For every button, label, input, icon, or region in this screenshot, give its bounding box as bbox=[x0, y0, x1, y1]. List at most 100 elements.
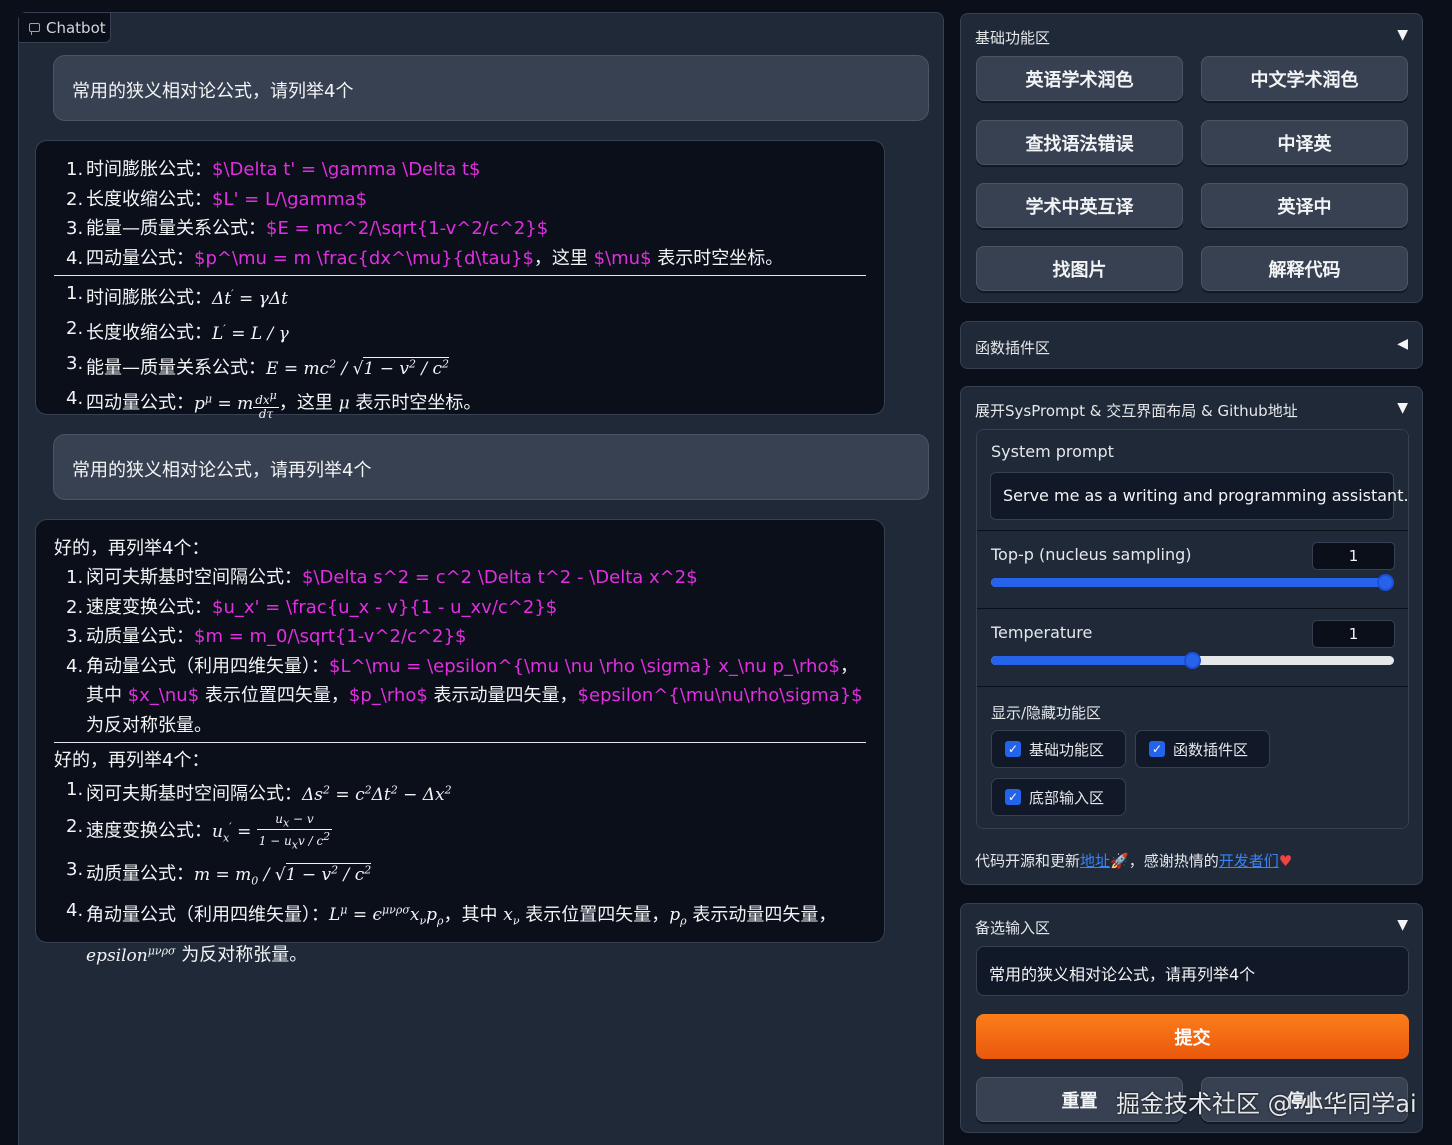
alt-text-input[interactable]: 常用的狭义相对论公式，请再列举4个 bbox=[976, 946, 1409, 996]
basic-function-area: 基础功能区 ▼ 英语学术润色 中文学术润色 查找语法错误 中译英 学术中英互译 … bbox=[960, 13, 1423, 303]
list-item: 1. 闵可夫斯基时空间隔公式：Δs2 = c2Δt2 − Δx2 bbox=[66, 779, 452, 805]
checkbox-checked-icon[interactable]: ✓ bbox=[1149, 741, 1165, 757]
checkbox-checked-icon[interactable]: ✓ bbox=[1005, 789, 1021, 805]
latex-source: $m = m_0/\sqrt{1-v^2/c^2}$ bbox=[194, 626, 467, 647]
list-item: 4. 四动量公式：pμ = m dxμ dτ ，这里 μ 表示时空坐标。 bbox=[66, 388, 482, 421]
toggle-basic-area[interactable]: ✓ 基础功能区 bbox=[991, 730, 1126, 768]
list-item: 4. 四动量公式：$p^\mu = m \frac{dx^\mu}{d\tau}$… bbox=[66, 247, 784, 269]
temperature-slider-thumb[interactable] bbox=[1184, 652, 1201, 669]
collapse-down-icon[interactable]: ▼ bbox=[1397, 917, 1408, 933]
checkbox-checked-icon[interactable]: ✓ bbox=[1005, 741, 1021, 757]
watermark-text: 掘金技术社区 @ 小华同学ai bbox=[1116, 1090, 1417, 1118]
system-prompt-input[interactable]: Serve me as a writing and programming as… bbox=[990, 472, 1408, 520]
top-p-slider-thumb[interactable] bbox=[1377, 574, 1394, 591]
math-formula: pμ = m dxμ dτ bbox=[194, 388, 279, 421]
explain-code-button[interactable]: 解释代码 bbox=[1201, 246, 1408, 291]
toggle-bottom-input-area[interactable]: ✓ 底部输入区 bbox=[991, 778, 1126, 816]
bot-intro: 好的，再列举4个： bbox=[54, 538, 210, 559]
latex-source: $L^\mu = \epsilon^{\mu \nu \rho \sigma} … bbox=[329, 655, 840, 677]
divider bbox=[54, 742, 866, 743]
math-formula: epsilonμνρσ bbox=[86, 944, 176, 966]
collapse-down-icon[interactable]: ▼ bbox=[1397, 27, 1408, 43]
visibility-toggle-label: 显示/隐藏功能区 bbox=[991, 704, 1102, 722]
bot-message: 1. 时间膨胀公式：$\Delta t' = \gamma \Delta t$ 2… bbox=[35, 140, 885, 420]
temperature-slider-fill bbox=[991, 656, 1193, 665]
list-item: 4. 角动量公式（利用四维矢量）：Lμ = ϵμνρσxνpρ，其中 xν 表示位… bbox=[66, 899, 837, 928]
visibility-toggle-section: 显示/隐藏功能区 ✓ 基础功能区 ✓ 函数插件区 ✓ 底部输入区 bbox=[977, 687, 1408, 828]
chinese-polish-button[interactable]: 中文学术润色 bbox=[1201, 56, 1408, 101]
list-item: 3. 动质量公式：$m = m_0/\sqrt{1-v^2/c^2}$ bbox=[66, 626, 467, 647]
math-formula: m = m0 / √1 − v2 / c2 bbox=[194, 862, 372, 888]
contributors-link[interactable]: 开发者们 bbox=[1219, 852, 1279, 870]
submit-button[interactable]: 提交 bbox=[976, 1014, 1409, 1059]
github-link[interactable]: 地址 bbox=[1080, 852, 1110, 870]
math-formula: Δs2 = c2Δt2 − Δx2 bbox=[302, 783, 452, 805]
top-p-label: Top-p (nucleus sampling) bbox=[991, 545, 1192, 564]
rendered-formula-list: 1. 闵可夫斯基时空间隔公式：Δs2 = c2Δt2 − Δx2 2. 速度变换公式… bbox=[54, 775, 866, 971]
settings-area: 展开SysPrompt & 交互界面布局 & Github地址 ▼ System… bbox=[960, 386, 1423, 885]
alt-input-title: 备选输入区 bbox=[975, 919, 1051, 937]
list-item: 1. 时间膨胀公式：$\Delta t' = \gamma \Delta t$ bbox=[66, 159, 481, 180]
list-item: 2. 速度变换公式：$u_x' = \frac{u_x - v}{1 - u_xv… bbox=[66, 596, 558, 618]
top-p-section: Top-p (nucleus sampling) 1 bbox=[977, 531, 1408, 608]
toggle-plugin-area[interactable]: ✓ 函数插件区 bbox=[1135, 730, 1270, 768]
temperature-section: Temperature 1 bbox=[977, 609, 1408, 686]
math-formula: Lμ = ϵμνρσxνpρ bbox=[329, 903, 444, 928]
en-to-zh-button[interactable]: 英译中 bbox=[1201, 183, 1408, 228]
latex-source: $L' = L/\gamma$ bbox=[212, 188, 368, 210]
rendered-formula-list: 1. 时间膨胀公式：Δt′ = γΔt 2. 长度收缩公式：L′ = L / γ 3… bbox=[54, 279, 866, 421]
plugin-area[interactable]: 函数插件区 ◀ bbox=[960, 321, 1423, 369]
divider bbox=[54, 275, 866, 276]
list-item-continuation: epsilonμνρσ 为反对称张量。 bbox=[86, 944, 308, 966]
latex-source: $\mu$ bbox=[593, 247, 652, 269]
chat-icon bbox=[29, 23, 40, 35]
chatbot-tab-label: Chatbot bbox=[46, 18, 106, 37]
temperature-number-input[interactable]: 1 bbox=[1312, 620, 1395, 648]
list-item: 3. 能量—质量关系公式：E = mc2 / √1 − v2 / c2 bbox=[66, 353, 450, 379]
raw-formula-list: 1. 闵可夫斯基时空间隔公式：$\Delta s^2 = c^2 \Delta t… bbox=[54, 563, 866, 740]
user-message: 常用的狭义相对论公式，请列举4个 bbox=[53, 55, 929, 121]
latex-source: $u_x' = \frac{u_x - v}{1 - u_xv/c^2}$ bbox=[212, 596, 558, 618]
academic-translate-button[interactable]: 学术中英互译 bbox=[976, 183, 1183, 228]
raw-formula-list: 1. 时间膨胀公式：$\Delta t' = \gamma \Delta t$ 2… bbox=[54, 155, 866, 273]
temperature-slider[interactable] bbox=[991, 652, 1394, 669]
latex-source: $\Delta t' = \gamma \Delta t$ bbox=[212, 159, 481, 180]
top-p-slider-fill bbox=[991, 578, 1394, 587]
bot-intro: 好的，再列举4个： bbox=[54, 750, 210, 771]
find-image-button[interactable]: 找图片 bbox=[976, 246, 1183, 291]
list-item-continuation: 为反对称张量。 bbox=[86, 714, 212, 736]
collapse-left-icon[interactable]: ◀ bbox=[1397, 336, 1408, 352]
top-p-slider[interactable] bbox=[991, 574, 1394, 591]
math-formula: Δt′ = γΔt bbox=[212, 287, 288, 309]
math-formula: E = mc2 / √1 − v2 / c2 bbox=[266, 356, 450, 379]
math-formula: L′ = L / γ bbox=[212, 322, 289, 344]
bot-message: 好的，再列举4个： 1. 闵可夫斯基时空间隔公式：$\Delta s^2 = c^… bbox=[35, 519, 885, 966]
list-item: 2. 长度收缩公式：$L' = L/\gamma$ bbox=[66, 188, 368, 210]
list-item: 4. 角动量公式（利用四维矢量）：$L^\mu = \epsilon^{\mu \… bbox=[66, 655, 858, 677]
heart-icon: ♥ bbox=[1278, 852, 1293, 870]
latex-source: $\Delta s^2 = c^2 \Delta t^2 - \Delta x^… bbox=[302, 567, 698, 588]
list-item: 1. 闵可夫斯基时空间隔公式：$\Delta s^2 = c^2 \Delta t… bbox=[66, 567, 698, 588]
system-prompt-label: System prompt bbox=[991, 442, 1114, 461]
latex-source: $x_\nu$ bbox=[127, 685, 200, 706]
user-message-text: 常用的狭义相对论公式，请列举4个 bbox=[72, 81, 354, 102]
top-p-number-input[interactable]: 1 bbox=[1312, 542, 1395, 570]
list-item: 2. 速度变换公式：ux′ = ux − v1 − uxv / c2 bbox=[66, 811, 333, 852]
list-item-continuation: 其中 $x_\nu$ 表示位置四矢量，$p_\rho$ 表示动量四矢量，$eps… bbox=[86, 685, 863, 706]
system-prompt-section: System prompt Serve me as a writing and … bbox=[977, 430, 1408, 530]
list-item: 2. 长度收缩公式：L′ = L / γ bbox=[66, 318, 289, 344]
list-item: 1. 时间膨胀公式：Δt′ = γΔt bbox=[66, 283, 288, 309]
chatbot-label: Chatbot bbox=[19, 13, 111, 43]
settings-panel: System prompt Serve me as a writing and … bbox=[976, 429, 1409, 829]
zh-to-en-button[interactable]: 中译英 bbox=[1201, 120, 1408, 165]
chatbot-panel[interactable]: Chatbot 常用的狭义相对论公式，请列举4个 1. 时间膨胀公式：$\Delt… bbox=[18, 12, 944, 1145]
settings-area-title: 展开SysPrompt & 交互界面布局 & Github地址 bbox=[975, 402, 1298, 420]
math-formula: ux′ = ux − v1 − uxv / c2 bbox=[212, 811, 333, 852]
rocket-icon: 🚀 bbox=[1110, 852, 1129, 870]
latex-source: $epsilon^{\mu\nu\rho\sigma}$ bbox=[577, 685, 863, 706]
english-polish-button[interactable]: 英语学术润色 bbox=[976, 56, 1183, 101]
user-message: 常用的狭义相对论公式，请再列举4个 bbox=[53, 434, 929, 500]
temperature-label: Temperature bbox=[991, 623, 1093, 642]
collapse-down-icon[interactable]: ▼ bbox=[1397, 400, 1408, 416]
grammar-check-button[interactable]: 查找语法错误 bbox=[976, 120, 1183, 165]
